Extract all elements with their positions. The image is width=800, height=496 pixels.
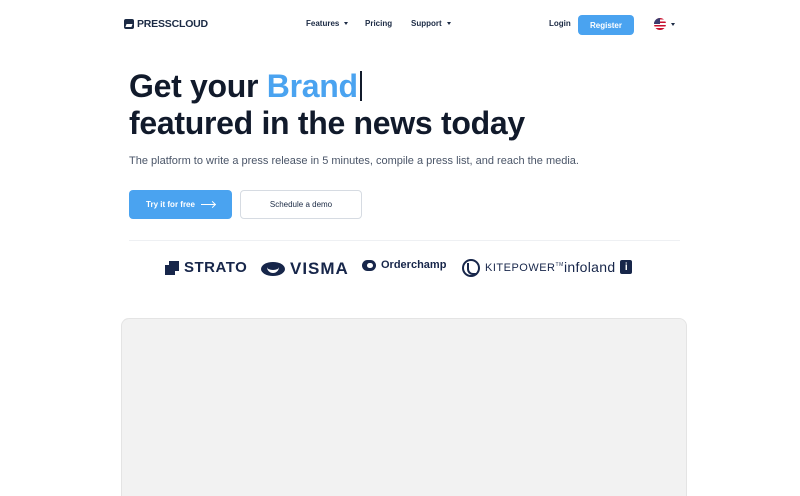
typing-cursor-icon <box>359 71 362 101</box>
strato-mark-icon <box>165 260 179 275</box>
logo-mark-icon <box>124 19 134 29</box>
headline-highlight: Brand <box>266 68 358 104</box>
schedule-demo-button[interactable]: Schedule a demo <box>240 190 362 219</box>
visma-logo: VISMA <box>261 259 349 279</box>
logo-text: PRESSCLOUD <box>137 18 208 30</box>
info-icon: i <box>620 260 633 274</box>
strato-logo: STRATO <box>165 259 247 276</box>
chevron-down-icon <box>671 22 675 26</box>
headline-prefix: Get your <box>129 68 267 104</box>
top-navigation: PRESSCLOUD Features Pricing Support Logi… <box>0 0 800 50</box>
kitepower-logo: KITEPOWERTM <box>462 259 564 277</box>
menu-item-features[interactable]: Features <box>306 19 349 28</box>
infoland-wordmark: infoland <box>564 259 616 275</box>
menu-item-pricing[interactable]: Pricing <box>365 19 392 28</box>
kitepower-text: KITEPOWER <box>485 262 556 274</box>
register-button[interactable]: Register <box>578 15 634 35</box>
infoland-logo: infoland i <box>564 259 633 275</box>
kitepower-wordmark: KITEPOWERTM <box>485 262 564 274</box>
hero-subtitle: The platform to write a press release in… <box>129 155 579 167</box>
menu-item-label: Pricing <box>365 19 393 28</box>
headline-line2: featured in the news today <box>129 105 525 141</box>
orderchamp-logo: Orderchamp <box>362 259 446 271</box>
try-free-label: Try it for free <box>146 200 195 209</box>
section-divider <box>129 240 680 241</box>
orderchamp-wordmark: Orderchamp <box>381 259 447 271</box>
visma-wordmark: VISMA <box>290 259 349 278</box>
us-flag-icon <box>654 18 666 30</box>
language-selector[interactable] <box>654 18 675 30</box>
chevron-down-icon <box>344 22 349 25</box>
orderchamp-mark-icon <box>362 259 376 271</box>
menu-item-label: Features <box>306 19 340 28</box>
partner-logos: STRATO VISMA Orderchamp KITEPOWERTM info… <box>0 255 800 285</box>
kitepower-mark-icon <box>462 259 480 277</box>
arrow-right-icon <box>200 204 215 205</box>
presscloud-logo[interactable]: PRESSCLOUD <box>124 18 208 30</box>
menu-item-support[interactable]: Support <box>411 19 451 28</box>
product-preview-panel <box>121 318 687 496</box>
hero-headline: Get your Brand featured in the news toda… <box>129 68 525 142</box>
try-free-button[interactable]: Try it for free <box>129 190 232 219</box>
chevron-down-icon <box>446 22 451 25</box>
strato-wordmark: STRATO <box>184 259 248 276</box>
kitepower-tm: TM <box>555 262 564 268</box>
visma-mark-icon <box>261 262 285 276</box>
login-link[interactable]: Login <box>549 19 571 28</box>
menu-item-label: Support <box>411 19 442 28</box>
